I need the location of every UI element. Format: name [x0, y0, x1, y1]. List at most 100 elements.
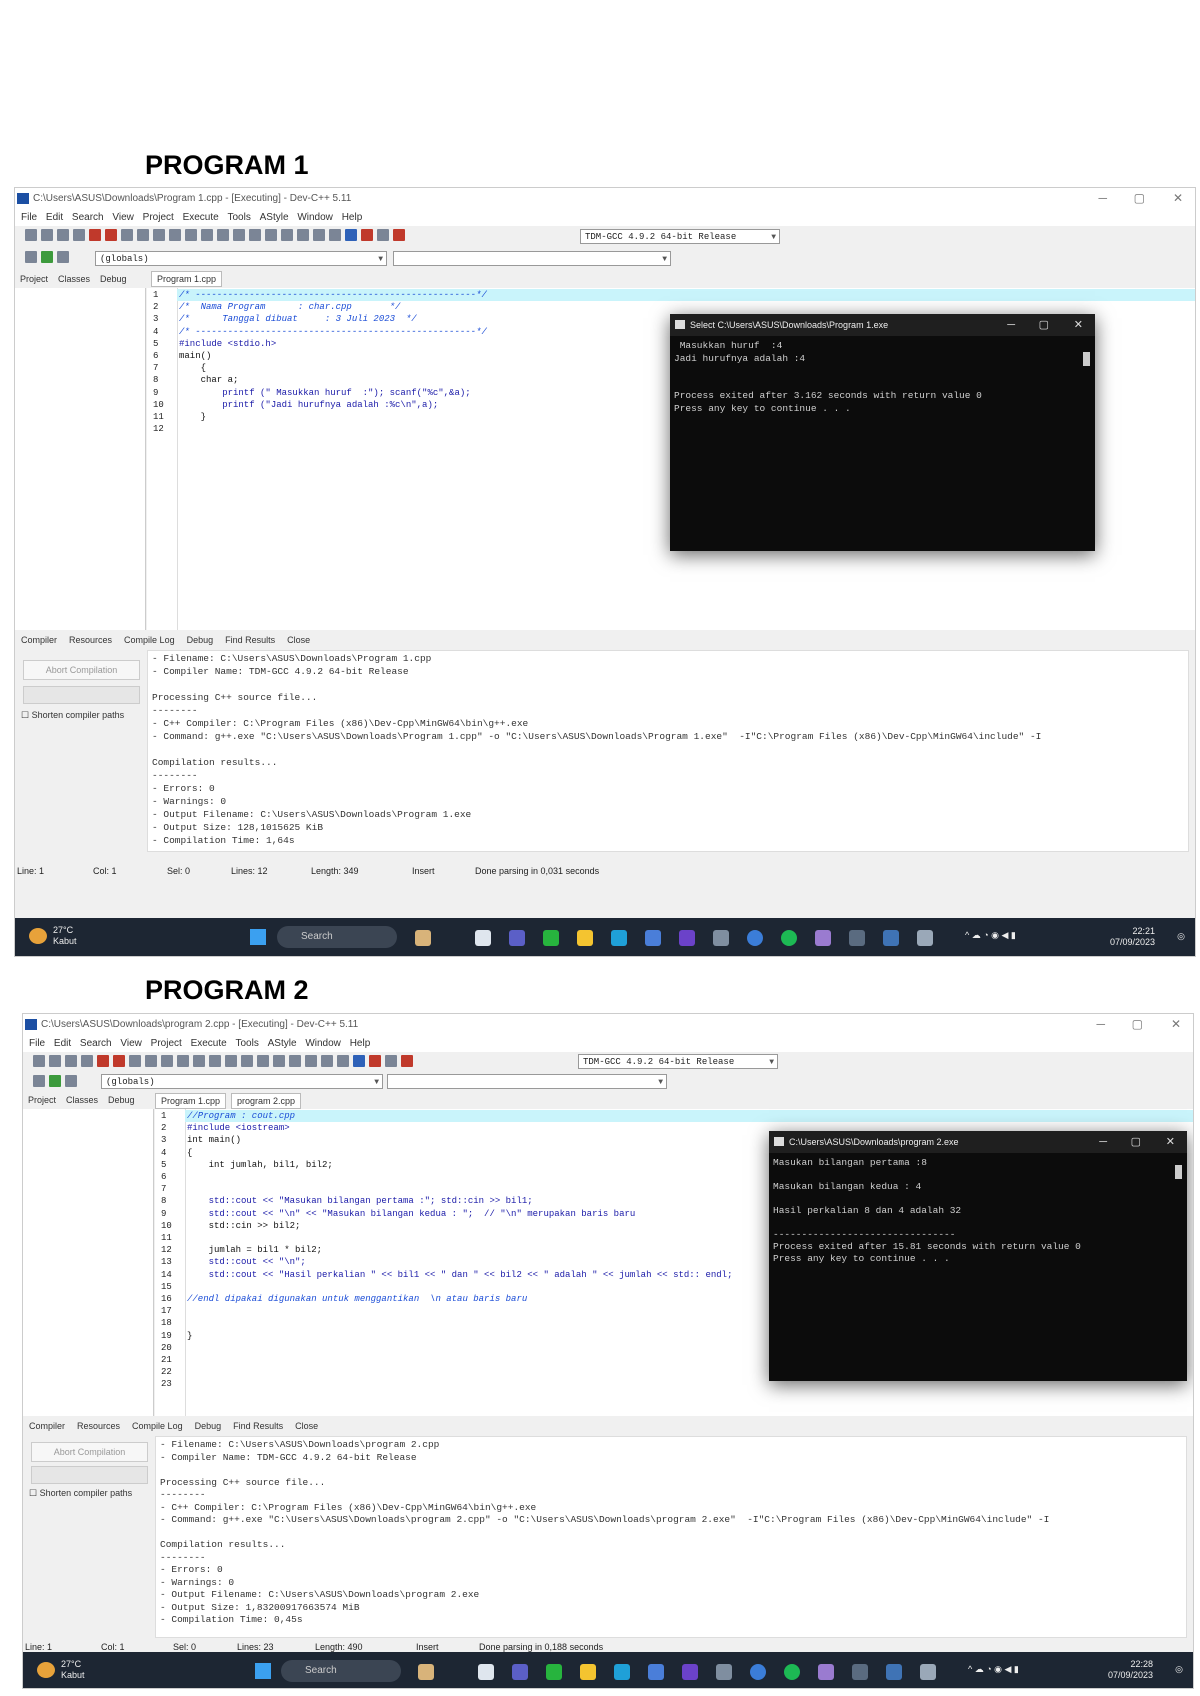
menu-view[interactable]: View — [112, 210, 134, 226]
abort-compilation-button[interactable]: Abort Compilation — [31, 1442, 148, 1462]
console-taskbar-icon[interactable] — [917, 930, 933, 946]
console-maximize-icon[interactable]: ▢ — [1131, 1131, 1141, 1153]
notification-icon[interactable]: ◎ — [1177, 931, 1185, 942]
menu-tools[interactable]: Tools — [236, 1036, 259, 1052]
browser-icon[interactable] — [747, 930, 763, 946]
run-icon[interactable] — [305, 1055, 317, 1067]
menu-search[interactable]: Search — [80, 1036, 112, 1052]
print-icon[interactable] — [129, 1055, 141, 1067]
console-taskbar-icon[interactable] — [920, 1664, 936, 1680]
compile-run-icon[interactable] — [313, 229, 325, 241]
code-line[interactable]: int jumlah, bil1, bil2; — [187, 1160, 333, 1170]
new-file-icon[interactable] — [25, 229, 37, 241]
console-minimize-icon[interactable]: ─ — [1007, 314, 1015, 336]
code-line[interactable]: /* -------------------------------------… — [179, 327, 487, 337]
media-icon[interactable] — [818, 1664, 834, 1680]
bookmark-icon[interactable] — [217, 229, 229, 241]
code-line[interactable]: std::cout << "Hasil perkalian " << bil1 … — [187, 1270, 733, 1280]
store-icon[interactable] — [645, 930, 661, 946]
shorten-paths-checkbox[interactable]: ☐ Shorten compiler paths — [21, 710, 124, 721]
teams-icon[interactable] — [512, 1664, 528, 1680]
menu-tools[interactable]: Tools — [228, 210, 251, 226]
replace-icon[interactable] — [185, 229, 197, 241]
close-all-icon[interactable] — [105, 229, 117, 241]
app-icon[interactable] — [679, 930, 695, 946]
class-browser-icon[interactable] — [25, 251, 37, 263]
menu-file[interactable]: File — [29, 1036, 45, 1052]
file-explorer-icon[interactable] — [577, 930, 593, 946]
code-line[interactable]: int main() — [187, 1135, 241, 1145]
console-window[interactable]: C:\Users\ASUS\Downloads\program 2.exe ─ … — [769, 1131, 1187, 1381]
menu-execute[interactable]: Execute — [183, 210, 219, 226]
check-icon[interactable] — [353, 1055, 365, 1067]
globals-select[interactable]: (globals) ▼ — [101, 1074, 383, 1089]
save-icon[interactable] — [57, 229, 69, 241]
toggle-comment-icon[interactable] — [265, 229, 277, 241]
console-close-icon[interactable]: ✕ — [1074, 314, 1083, 336]
tab-find-results[interactable]: Find Results — [233, 1421, 283, 1431]
new-file-icon[interactable] — [33, 1055, 45, 1067]
devcpp-taskbar-icon[interactable] — [883, 930, 899, 946]
windows-start-icon[interactable] — [255, 1663, 271, 1679]
code-line[interactable]: printf ("Jadi hurufnya adalah :%c\n",a); — [179, 400, 438, 410]
undo-icon[interactable] — [137, 229, 149, 241]
menu-project[interactable]: Project — [143, 210, 174, 226]
toggle-icon[interactable] — [65, 1075, 77, 1087]
restore-icon[interactable]: ▢ — [1132, 1017, 1143, 1031]
find-icon[interactable] — [177, 1055, 189, 1067]
compile-run-icon[interactable] — [321, 1055, 333, 1067]
stop-icon[interactable] — [361, 229, 373, 241]
code-line[interactable]: { — [187, 1148, 192, 1158]
camera-icon[interactable] — [713, 930, 729, 946]
save-icon[interactable] — [65, 1055, 77, 1067]
globals-select[interactable]: (globals) ▼ — [95, 251, 387, 266]
tab-compiler[interactable]: Compiler — [21, 635, 57, 645]
run-icon[interactable] — [297, 229, 309, 241]
code-line[interactable]: char a; — [179, 375, 239, 385]
unindent-icon[interactable] — [257, 1055, 269, 1067]
menu-view[interactable]: View — [120, 1036, 142, 1052]
tab-debug-output[interactable]: Debug — [195, 1421, 222, 1431]
redo-icon[interactable] — [153, 229, 165, 241]
print-icon[interactable] — [121, 229, 133, 241]
menu-project[interactable]: Project — [151, 1036, 182, 1052]
media-icon[interactable] — [815, 930, 831, 946]
edge-icon[interactable] — [614, 1664, 630, 1680]
tab-compile-log[interactable]: Compile Log — [132, 1421, 183, 1431]
tab-classes[interactable]: Classes — [58, 274, 90, 284]
chart-icon[interactable] — [377, 229, 389, 241]
tab-debug[interactable]: Debug — [100, 274, 127, 284]
console-scrollbar[interactable] — [1175, 1165, 1182, 1179]
compile-icon[interactable] — [281, 229, 293, 241]
console-close-icon[interactable]: ✕ — [1166, 1131, 1175, 1153]
spotify-icon[interactable] — [784, 1664, 800, 1680]
check-icon[interactable] — [345, 229, 357, 241]
menu-edit[interactable]: Edit — [54, 1036, 71, 1052]
stop-icon[interactable] — [369, 1055, 381, 1067]
compiler-select[interactable]: TDM-GCC 4.9.2 64-bit Release ▼ — [578, 1054, 778, 1069]
menu-astyle[interactable]: AStyle — [260, 210, 289, 226]
members-select[interactable]: ▼ — [393, 251, 671, 266]
code-line[interactable]: /* Tanggal dibuat : 3 Juli 2023 */ — [179, 314, 417, 324]
whatsapp-icon[interactable] — [543, 930, 559, 946]
class-browser-icon[interactable] — [33, 1075, 45, 1087]
weather-widget[interactable]: 27°C Kabut — [61, 1659, 85, 1681]
abort-compilation-button[interactable]: Abort Compilation — [23, 660, 140, 680]
close-icon[interactable]: ✕ — [1171, 1017, 1181, 1031]
tab-classes[interactable]: Classes — [66, 1095, 98, 1105]
store-icon[interactable] — [648, 1664, 664, 1680]
find-icon[interactable] — [169, 229, 181, 241]
tab-compile-log[interactable]: Compile Log — [124, 635, 175, 645]
code-line[interactable]: //endl dipakai digunakan untuk mengganti… — [187, 1294, 527, 1304]
tab-close[interactable]: Close — [295, 1421, 318, 1431]
open-file-icon[interactable] — [49, 1055, 61, 1067]
code-line[interactable]: std::cout << "Masukan bilangan pertama :… — [187, 1196, 533, 1206]
tab-project[interactable]: Project — [28, 1095, 56, 1105]
app-icon-2[interactable] — [849, 930, 865, 946]
tab-resources[interactable]: Resources — [77, 1421, 120, 1431]
compiler-select[interactable]: TDM-GCC 4.9.2 64-bit Release ▼ — [580, 229, 780, 244]
code-line[interactable]: /* -------------------------------------… — [179, 290, 487, 300]
console-minimize-icon[interactable]: ─ — [1099, 1131, 1107, 1153]
menu-window[interactable]: Window — [297, 210, 333, 226]
menu-search[interactable]: Search — [72, 210, 104, 226]
